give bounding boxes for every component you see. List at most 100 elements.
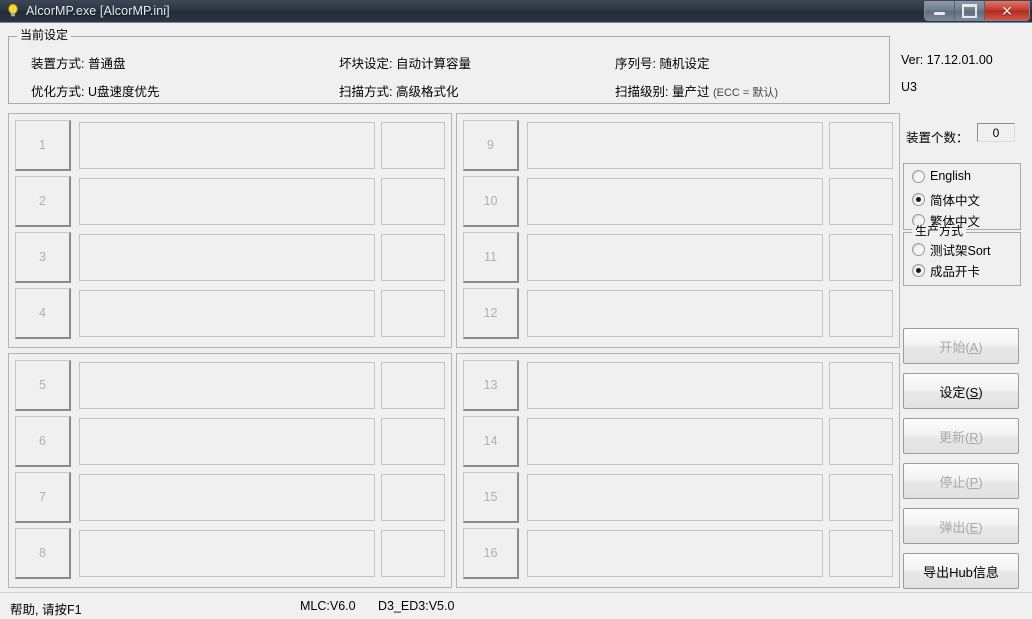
device-slot-row: 12 [463, 288, 893, 339]
radio-production-sort[interactable]: 测试架Sort [912, 240, 990, 259]
radio-language-english[interactable]: English [912, 169, 971, 183]
update-button-label: 更新(R) [938, 429, 984, 445]
device-slot-button-10[interactable]: 10 [463, 176, 519, 227]
eject-button-label: 弹出(E) [939, 519, 983, 535]
minimize-button[interactable] [925, 1, 955, 20]
current-settings-group: 当前设定 装置方式: 普通盘 优化方式: U盘速度优先 坏块设定: 自动计算容量… [8, 29, 890, 104]
device-slot-button-15[interactable]: 15 [463, 472, 519, 523]
device-slot-row: 4 [15, 288, 445, 339]
device-info-field-5 [79, 362, 375, 409]
device-info-field-15 [527, 474, 823, 521]
device-slot-row: 8 [15, 528, 445, 579]
device-slot-button-8[interactable]: 8 [15, 528, 71, 579]
title-bar: AlcorMP.exe [AlcorMP.ini] ✕ [0, 0, 1032, 23]
device-info-field-14 [527, 418, 823, 465]
device-slot-row: 7 [15, 472, 445, 523]
device-panel-1: 1234 [8, 113, 452, 348]
device-slot-button-6[interactable]: 6 [15, 416, 71, 467]
device-size-field-3 [381, 234, 445, 281]
device-panel-2: 9 10 11 12 [456, 113, 900, 348]
device-slot-button-1[interactable]: 1 [15, 120, 71, 171]
radio-icon [912, 243, 925, 256]
device-slot-row: 11 [463, 232, 893, 283]
device-info-field-4 [79, 290, 375, 337]
device-size-field-10 [829, 178, 893, 225]
device-size-field-11 [829, 234, 893, 281]
device-slot-button-11[interactable]: 11 [463, 232, 519, 283]
start-button[interactable]: 开始(A) [903, 328, 1019, 364]
update-button[interactable]: 更新(R) [903, 418, 1019, 454]
window-controls: ✕ [924, 1, 1030, 21]
setting-badblock: 坏块设定: 自动计算容量 [339, 57, 471, 71]
device-info-field-2 [79, 178, 375, 225]
production-mode-group: 生产方式 测试架Sort 成品开卡 [903, 225, 1021, 286]
device-slot-row: 9 [463, 120, 893, 171]
device-size-field-13 [829, 362, 893, 409]
device-slot-button-14[interactable]: 14 [463, 416, 519, 467]
status-d3-version: D3_ED3:V5.0 [378, 599, 455, 613]
device-slot-row: 10 [463, 176, 893, 227]
device-slot-button-4[interactable]: 4 [15, 288, 71, 339]
device-info-field-7 [79, 474, 375, 521]
device-size-field-9 [829, 122, 893, 169]
device-info-field-13 [527, 362, 823, 409]
device-info-field-11 [527, 234, 823, 281]
device-slot-button-3[interactable]: 3 [15, 232, 71, 283]
device-size-field-12 [829, 290, 893, 337]
device-size-field-4 [381, 290, 445, 337]
device-slot-row: 16 [463, 528, 893, 579]
device-size-field-5 [381, 362, 445, 409]
minimize-icon [934, 12, 945, 15]
device-count-value: 0 [992, 125, 1000, 140]
device-panel-3: 5678 [8, 353, 452, 588]
radio-label: 简体中文 [930, 194, 981, 208]
setting-optimize-mode: 优化方式: U盘速度优先 [31, 85, 160, 99]
window-title: AlcorMP.exe [AlcorMP.ini] [26, 4, 170, 18]
device-slot-row: 1 [15, 120, 445, 171]
device-info-field-3 [79, 234, 375, 281]
device-slot-button-16[interactable]: 16 [463, 528, 519, 579]
setting-serial-number: 序列号: 随机设定 [615, 57, 710, 71]
device-slot-row: 13 [463, 360, 893, 411]
settings-button[interactable]: 设定(S) [903, 373, 1019, 409]
device-size-field-15 [829, 474, 893, 521]
device-info-field-6 [79, 418, 375, 465]
device-size-field-6 [381, 418, 445, 465]
eject-button[interactable]: 弹出(E) [903, 508, 1019, 544]
radio-icon [912, 169, 925, 183]
setting-scan-level-value: 扫描级别: 量产过 [615, 85, 710, 99]
device-slot-button-2[interactable]: 2 [15, 176, 71, 227]
device-slot-row: 3 [15, 232, 445, 283]
device-size-field-2 [381, 178, 445, 225]
setting-scan-mode: 扫描方式: 高级格式化 [339, 85, 459, 99]
device-size-field-8 [381, 530, 445, 577]
maximize-button[interactable] [955, 1, 985, 20]
maximize-icon [962, 3, 977, 18]
device-size-field-14 [829, 418, 893, 465]
radio-language-simplified-chinese[interactable]: 简体中文 [912, 190, 980, 209]
close-button[interactable]: ✕ [985, 1, 1029, 20]
device-info-field-1 [79, 122, 375, 169]
application-window: AlcorMP.exe [AlcorMP.ini] ✕ 当前设定 装置方式: 普… [0, 0, 1032, 619]
device-slot-button-7[interactable]: 7 [15, 472, 71, 523]
stop-button[interactable]: 停止(P) [903, 463, 1019, 499]
radio-production-finished[interactable]: 成品开卡 [912, 261, 980, 280]
language-group: English 简体中文 繁体中文 [903, 163, 1021, 230]
device-slot-button-5[interactable]: 5 [15, 360, 71, 411]
setting-scan-level: 扫描级别: 量产过 (ECC = 默认) [615, 81, 778, 100]
status-help-text: 帮助, 请按F1 [10, 603, 82, 617]
device-count-field[interactable]: 0 [977, 123, 1015, 142]
device-info-field-10 [527, 178, 823, 225]
device-slot-row: 15 [463, 472, 893, 523]
device-slot-button-12[interactable]: 12 [463, 288, 519, 339]
device-slot-row: 2 [15, 176, 445, 227]
device-slot-button-13[interactable]: 13 [463, 360, 519, 411]
radio-label: English [930, 169, 971, 183]
stop-button-label: 停止(P) [939, 474, 983, 490]
start-button-label: 开始(A) [939, 339, 983, 355]
device-slot-button-9[interactable]: 9 [463, 120, 519, 171]
radio-icon [912, 193, 925, 206]
setting-scan-level-note: (ECC = 默认) [712, 87, 779, 99]
device-count-label: 装置个数： [906, 131, 969, 145]
export-hub-info-button[interactable]: 导出Hub信息 [903, 553, 1019, 589]
